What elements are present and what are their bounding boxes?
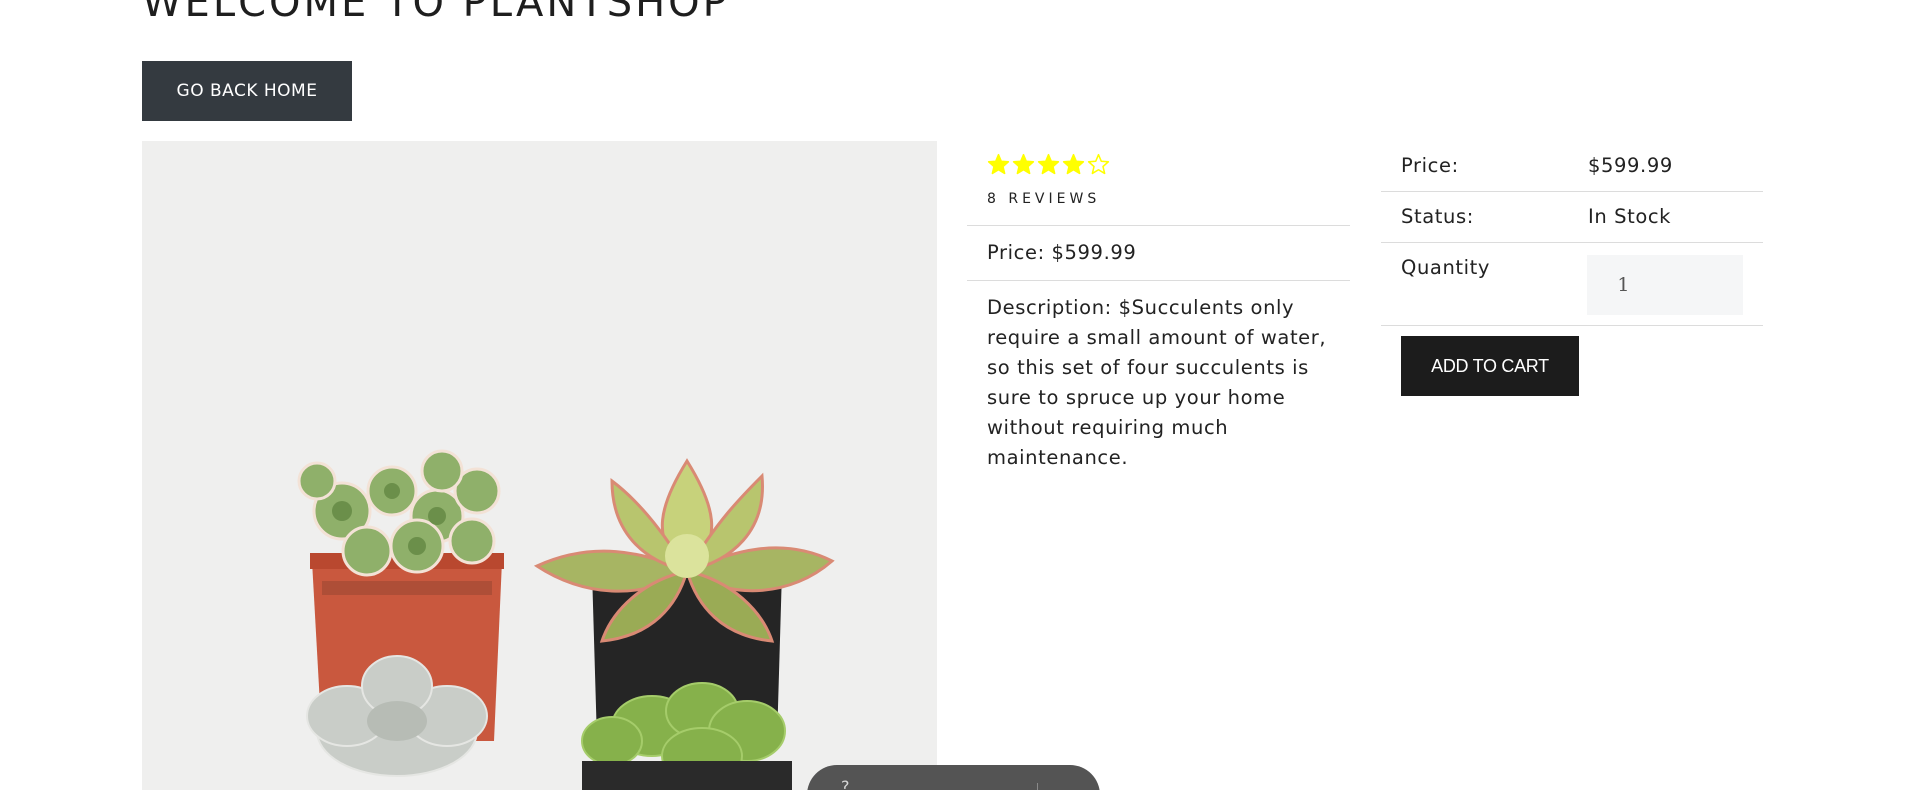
star-empty-icon <box>1087 153 1110 176</box>
price-value: $599.99 <box>1588 154 1673 177</box>
price-label: Price: <box>1401 154 1459 177</box>
quantity-value: 1 <box>1617 274 1631 296</box>
add-to-cart-button[interactable]: ADD TO CART <box>1401 336 1579 396</box>
go-back-home-button[interactable]: GO BACK HOME <box>142 61 352 121</box>
star-rating <box>987 151 1330 177</box>
cart-wrap: ADD TO CART <box>1381 326 1763 406</box>
product-price: Price: $599.99 <box>967 225 1350 280</box>
quantity-label: Quantity <box>1401 256 1491 279</box>
summary-quantity-row: Quantity 1 <box>1381 243 1763 326</box>
star-filled-icon <box>1037 153 1060 176</box>
order-summary: Price: $599.99 Status: In Stock Quantity… <box>1381 141 1763 406</box>
rating-block: 8 REVIEWS <box>967 141 1350 225</box>
pill-text: ? <box>841 777 850 790</box>
summary-price-row: Price: $599.99 <box>1381 141 1763 192</box>
status-value: In Stock <box>1588 205 1672 228</box>
floating-pill[interactable]: ? <box>807 765 1100 790</box>
product-page: WELCOME TO PLANTSHOP GO BACK HOME 8 REVI… <box>0 0 1906 790</box>
status-label: Status: <box>1401 205 1474 228</box>
summary-status-row: Status: In Stock <box>1381 192 1763 243</box>
pill-divider <box>1037 783 1038 790</box>
page-title: WELCOME TO PLANTSHOP <box>142 0 730 26</box>
star-filled-icon <box>1012 153 1035 176</box>
product-info: 8 REVIEWS Price: $599.99 Description: $S… <box>967 141 1350 485</box>
product-image <box>142 141 937 790</box>
reviews-count: 8 REVIEWS <box>987 191 1101 207</box>
product-description: Description: $Succulents only require a … <box>967 280 1350 485</box>
star-filled-icon <box>987 153 1010 176</box>
quantity-select[interactable]: 1 <box>1587 255 1743 315</box>
star-filled-icon <box>1062 153 1085 176</box>
